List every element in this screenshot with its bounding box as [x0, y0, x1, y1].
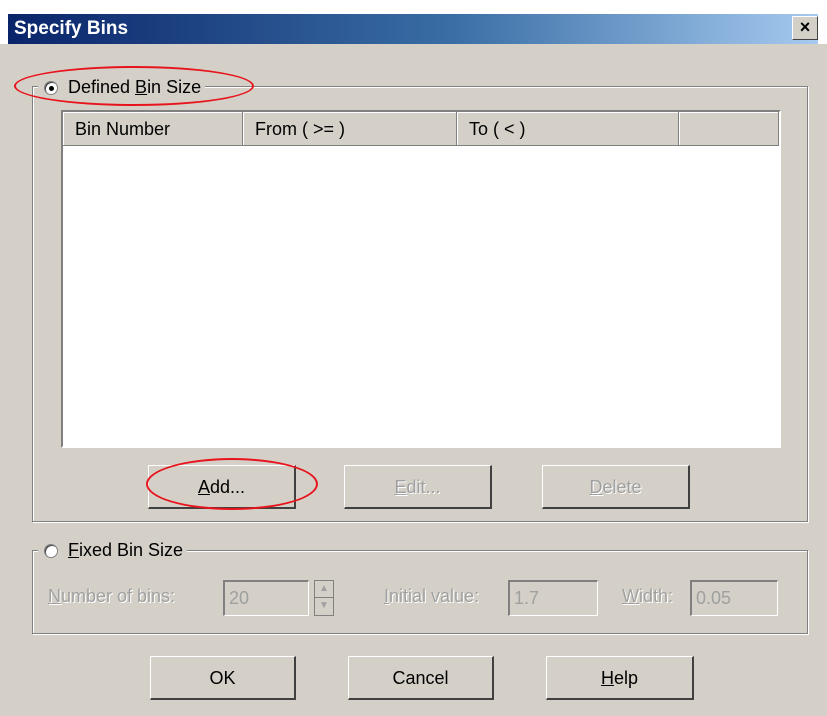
initial-value-label: Initial value: — [384, 586, 480, 606]
column-header-to[interactable]: To ( < ) — [457, 112, 679, 146]
column-header-from[interactable]: From ( >= ) — [243, 112, 457, 146]
close-button[interactable]: × — [792, 16, 818, 40]
number-of-bins-label: Number of bins: — [48, 586, 176, 606]
width-label: Width: — [622, 586, 674, 606]
fixed-bin-size-label: Fixed Bin Size — [68, 540, 184, 560]
title-bar — [8, 14, 818, 44]
cancel-button[interactable]: Cancel — [348, 656, 494, 700]
initial-value-field[interactable]: 1.7 — [508, 580, 598, 616]
close-icon: × — [799, 17, 811, 37]
number-of-bins-field[interactable]: 20 — [223, 580, 309, 616]
spin-down-icon[interactable]: ▼ — [315, 598, 333, 615]
delete-button[interactable]: Delete — [542, 465, 690, 509]
spin-up-icon[interactable]: ▲ — [315, 581, 333, 598]
column-header-bin-number[interactable]: Bin Number — [63, 112, 243, 146]
help-button[interactable]: Help — [546, 656, 694, 700]
annotation-oval-add — [146, 458, 318, 510]
column-header-filler — [679, 112, 779, 146]
edit-button[interactable]: Edit... — [344, 465, 492, 509]
window-title: Specify Bins — [14, 18, 129, 39]
number-of-bins-spinner[interactable]: ▲ ▼ — [314, 580, 334, 616]
width-field[interactable]: 0.05 — [690, 580, 778, 616]
bins-list[interactable]: Bin Number From ( >= ) To ( < ) — [61, 110, 781, 448]
fixed-bin-size-radio[interactable] — [44, 544, 58, 558]
fixed-bin-size-legend[interactable]: Fixed Bin Size — [38, 539, 188, 563]
ok-button[interactable]: OK — [150, 656, 296, 700]
annotation-oval-defined — [14, 66, 254, 106]
